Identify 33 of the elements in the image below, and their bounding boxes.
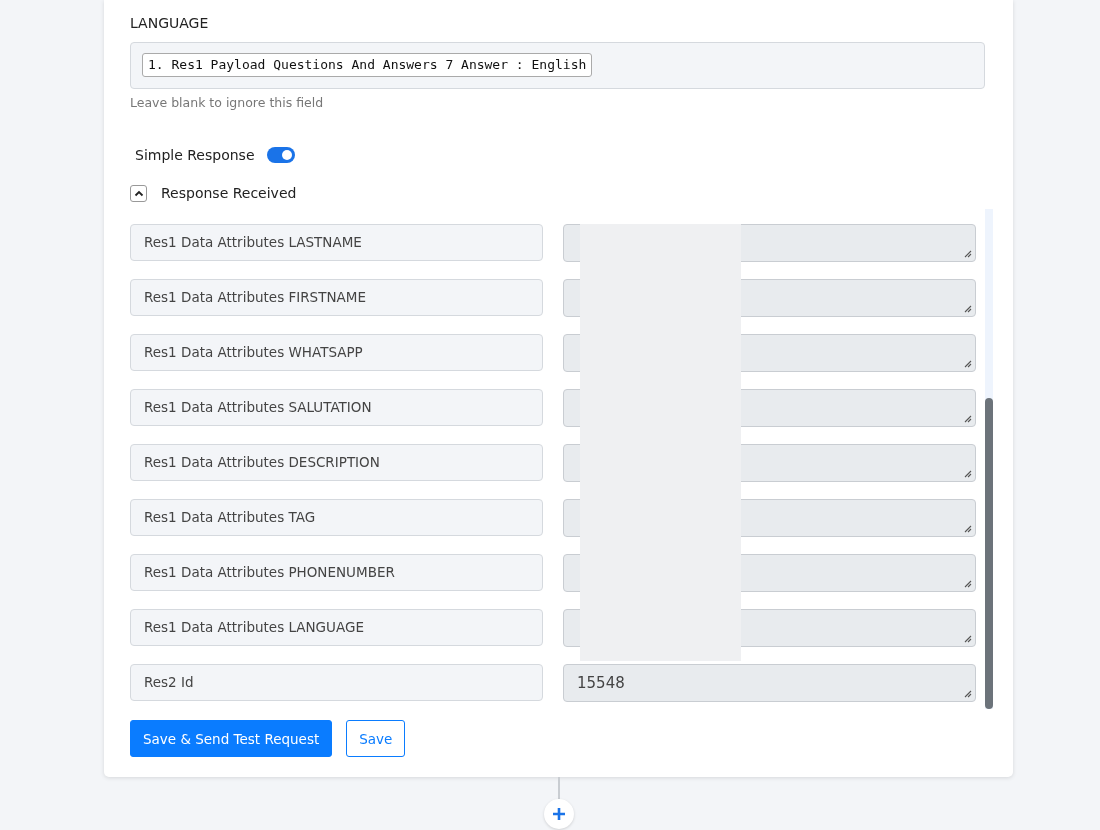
resize-grip-icon — [964, 305, 972, 313]
key-field: Res1 Data Attributes PHONENUMBER — [130, 554, 543, 591]
resize-grip-icon — [964, 635, 972, 643]
key-field: Res1 Data Attributes TAG — [130, 499, 543, 536]
plus-icon — [552, 807, 566, 821]
scrollbar-thumb[interactable] — [985, 398, 993, 709]
key-field: Res1 Data Attributes SALUTATION — [130, 389, 543, 426]
key-field: Res1 Data Attributes LASTNAME — [130, 224, 543, 261]
resize-grip-icon — [964, 360, 972, 368]
field-label: LANGUAGE — [130, 14, 210, 33]
resize-grip-icon — [964, 525, 972, 533]
key-field: Res1 Data Attributes FIRSTNAME — [130, 279, 543, 316]
resize-grip-icon — [964, 690, 972, 698]
section-title: Response Received — [161, 185, 297, 201]
caret-up-icon — [133, 189, 144, 197]
collapse-button[interactable] — [130, 184, 147, 202]
resize-grip-icon — [964, 470, 972, 478]
resize-grip-icon — [964, 580, 972, 588]
hint-text: Leave blank to ignore this field — [130, 95, 325, 110]
key-field: Res1 Data Attributes WHATSAPP — [130, 334, 543, 371]
toggle-label: Simple Response — [135, 147, 255, 163]
value-field[interactable]: 15548 — [563, 664, 976, 702]
language-field[interactable]: 1. Res1 Payload Questions And Answers 7 Answer : English — [130, 42, 985, 89]
resize-grip-icon — [964, 415, 972, 423]
save-button[interactable]: Save — [346, 720, 406, 757]
key-field: Res2 Id — [130, 664, 543, 701]
send-test-button[interactable]: Save & Send Test Request — [130, 720, 333, 757]
resize-grip-icon — [964, 250, 972, 258]
key-field: Res1 Data Attributes DESCRIPTION — [130, 444, 543, 481]
key-field: Res1 Data Attributes LANGUAGE — [130, 609, 543, 646]
toggle-switch[interactable] — [266, 147, 295, 163]
field-token[interactable]: 1. Res1 Payload Questions And Answers 7 Answer : English — [142, 53, 593, 77]
add-step-button[interactable] — [544, 799, 574, 829]
